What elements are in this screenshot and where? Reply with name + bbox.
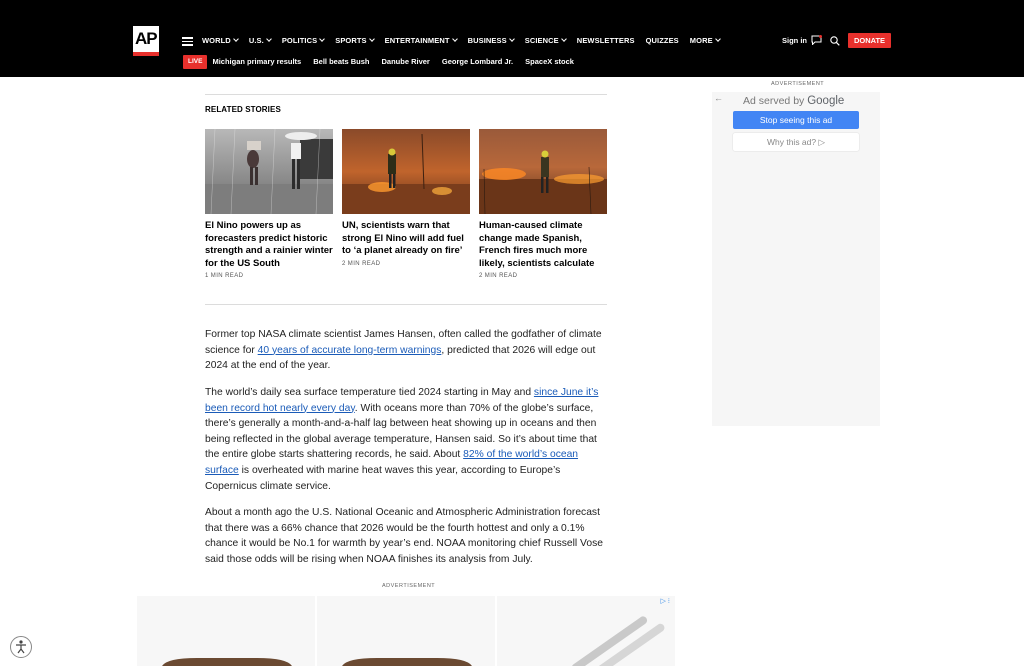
article-link[interactable]: 40 years of accurate long-term warnings: [258, 345, 442, 356]
related-story-card[interactable]: Human-caused climate change made Spanish…: [479, 129, 607, 279]
related-story-headline[interactable]: UN, scientists warn that strong El Nino …: [342, 220, 470, 258]
read-time: 1 MIN READ: [205, 273, 244, 279]
trending-link[interactable]: Michigan primary results: [212, 55, 301, 69]
side-ad-panel: ← Ad served by Google Stop seeing this a…: [712, 92, 880, 426]
related-story-card[interactable]: UN, scientists warn that strong El Nino …: [342, 129, 470, 267]
chevron-down-icon: [265, 36, 272, 42]
google-wordmark: Google: [807, 95, 845, 107]
site-header: AP WORLD U.S. POLITICS SPORTS ENTERTAINM…: [0, 0, 1024, 77]
related-stories-heading: RELATED STORIES: [205, 105, 281, 114]
divider: [205, 94, 607, 95]
chevron-down-icon: [560, 36, 567, 42]
related-story-card[interactable]: El Nino powers up as forecasters predict…: [205, 129, 333, 279]
read-time: 2 MIN READ: [479, 273, 518, 279]
nav-item-sports[interactable]: SPORTS: [335, 35, 375, 47]
nav-item-newsletters[interactable]: NEWSLETTERS: [577, 35, 635, 47]
wildfire-field-photo[interactable]: [479, 129, 607, 214]
trending-link[interactable]: Bell beats Bush: [313, 55, 369, 69]
ad-tile[interactable]: [137, 596, 315, 666]
logo-red-bar: [133, 52, 159, 56]
ad-tile[interactable]: ▷ ⁝: [497, 596, 675, 666]
ap-logo[interactable]: AP: [133, 26, 159, 56]
nav-item-business[interactable]: BUSINESS: [468, 35, 515, 47]
main-nav: WORLD U.S. POLITICS SPORTS ENTERTAINMENT…: [202, 35, 731, 47]
chevron-down-icon: [319, 36, 326, 42]
nav-item-us[interactable]: U.S.: [249, 35, 272, 47]
rain-street-photo[interactable]: [205, 129, 333, 214]
wildfire-firefighter-photo[interactable]: [342, 129, 470, 214]
trending-link[interactable]: Danube River: [382, 55, 430, 69]
nav-item-entertainment[interactable]: ENTERTAINMENT: [385, 35, 458, 47]
back-arrow-icon[interactable]: ←: [714, 93, 723, 103]
nav-item-quizzes[interactable]: QUIZZES: [646, 35, 679, 47]
chevron-down-icon: [508, 36, 515, 42]
sign-in-link[interactable]: Sign in: [782, 35, 807, 47]
divider: [205, 304, 607, 305]
accessibility-icon[interactable]: [10, 636, 32, 658]
ad-tile[interactable]: [317, 596, 495, 666]
nav-item-more[interactable]: MORE: [690, 35, 721, 47]
search-icon[interactable]: [830, 36, 840, 46]
nav-item-science[interactable]: SCIENCE: [525, 35, 567, 47]
stop-seeing-ad-button[interactable]: Stop seeing this ad: [733, 111, 859, 129]
chevron-down-icon: [451, 36, 458, 42]
trending-bar: LIVE Michigan primary results Bell beats…: [183, 55, 586, 69]
ad-served-by-text: Ad served by Google: [743, 95, 845, 107]
donate-button[interactable]: DONATE: [848, 33, 891, 48]
trending-link[interactable]: SpaceX stock: [525, 55, 574, 69]
adchoices-icon[interactable]: ▷ ⁝: [660, 597, 670, 605]
related-story-headline[interactable]: Human-caused climate change made Spanish…: [479, 220, 607, 270]
related-story-headline[interactable]: El Nino powers up as forecasters predict…: [205, 220, 333, 270]
article-paragraph: The world’s daily sea surface temperatur…: [205, 387, 599, 492]
advertisement-label: ADVERTISEMENT: [382, 583, 436, 589]
chat-bubble-icon[interactable]: [811, 35, 822, 45]
trending-link[interactable]: George Lombard Jr.: [442, 55, 513, 69]
nav-item-politics[interactable]: POLITICS: [282, 35, 326, 47]
chevron-down-icon: [232, 36, 239, 42]
advertisement-label: ADVERTISEMENT: [771, 81, 825, 87]
article-paragraph: Former top NASA climate scientist James …: [205, 329, 602, 372]
nav-item-world[interactable]: WORLD: [202, 35, 239, 47]
chevron-down-icon: [714, 36, 721, 42]
chevron-down-icon: [368, 36, 375, 42]
bottom-ad-row: ▷ ⁝: [137, 596, 677, 666]
hamburger-menu-icon[interactable]: [182, 37, 193, 46]
logo-text: AP: [135, 29, 158, 48]
article-paragraph: About a month ago the U.S. National Ocea…: [205, 507, 603, 565]
read-time: 2 MIN READ: [342, 260, 381, 267]
live-badge[interactable]: LIVE: [183, 55, 208, 69]
why-this-ad-button[interactable]: Why this ad? ▷: [733, 133, 859, 151]
